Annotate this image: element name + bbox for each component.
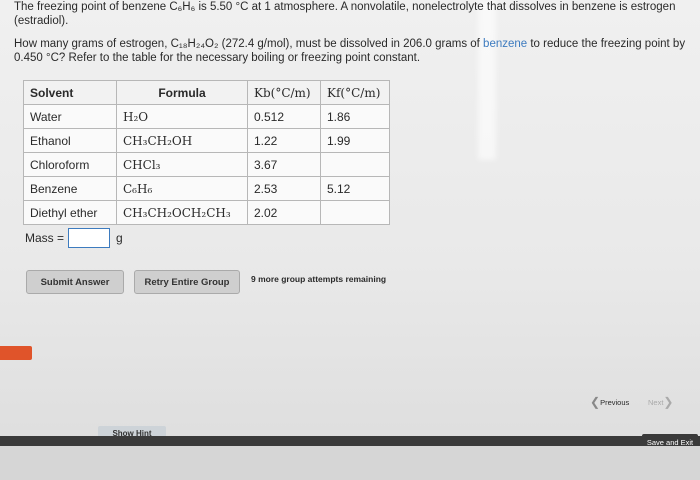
mass-answer: Mass = g	[25, 228, 123, 248]
cell-kf: 5.12	[320, 176, 390, 201]
previous-button[interactable]: ❮ Previous	[590, 395, 629, 409]
cell-solvent: Chloroform	[23, 152, 117, 177]
question-line-2: (estradiol).	[14, 15, 69, 27]
cell-formula: H₂O	[116, 104, 248, 129]
header-solvent: Solvent	[23, 80, 117, 105]
cell-solvent: Ethanol	[23, 128, 117, 153]
cell-kf: 1.86	[320, 104, 390, 129]
header-kb: Kb(°C/m)	[247, 80, 321, 105]
cell-kf	[320, 152, 390, 177]
cell-kb: 1.22	[247, 128, 321, 153]
question-line-1: The freezing point of benzene C₆H₆ is 5.…	[14, 1, 676, 13]
header-kf: Kf(°C/m)	[320, 80, 390, 105]
question-line-3: How many grams of estrogen, C₁₈H₂₄O₂ (27…	[14, 38, 686, 50]
cell-kb: 2.53	[247, 176, 321, 201]
question-line-4: 0.450 °C? Refer to the table for the nec…	[14, 52, 421, 64]
cell-kb: 2.02	[247, 200, 321, 225]
cell-formula: CHCl₃	[116, 152, 248, 177]
table-row: Ethanol CH₃CH₂OH 1.22 1.99	[23, 128, 390, 153]
next-button[interactable]: Next ❯	[648, 395, 673, 409]
cell-kf: 1.99	[320, 128, 390, 153]
cell-kf	[320, 200, 390, 225]
mass-input[interactable]	[68, 228, 111, 248]
mass-unit: g	[116, 231, 123, 245]
table-header-row: Solvent Formula Kb(°C/m) Kf(°C/m)	[23, 80, 390, 105]
header-formula: Formula	[116, 80, 248, 105]
table-row: Chloroform CHCl₃ 3.67	[23, 152, 390, 177]
cell-solvent: Water	[23, 104, 117, 129]
constants-table: Solvent Formula Kb(°C/m) Kf(°C/m) Water H…	[23, 80, 390, 225]
cell-formula: C₆H₆	[116, 176, 248, 201]
footer	[0, 446, 700, 480]
page: The freezing point of benzene C₆H₆ is 5.…	[0, 0, 700, 480]
cell-solvent: Diethyl ether	[23, 200, 117, 225]
red-tab[interactable]	[0, 346, 32, 360]
mass-label: Mass =	[25, 231, 65, 245]
cell-solvent: Benzene	[23, 176, 117, 201]
table-row: Diethyl ether CH₃CH₂OCH₂CH₃ 2.02	[23, 200, 390, 225]
submit-answer-button[interactable]: Submit Answer	[26, 270, 124, 294]
question-text-2: How many grams of estrogen, C₁₈H₂₄O₂ (27…	[14, 37, 694, 65]
retry-group-button[interactable]: Retry Entire Group	[134, 270, 240, 294]
table-row: Benzene C₆H₆ 2.53 5.12	[23, 176, 390, 201]
cell-formula: CH₃CH₂OH	[116, 128, 248, 153]
chevron-left-icon: ❮	[590, 395, 601, 409]
table-row: Water H₂O 0.512 1.86	[23, 104, 390, 129]
attempts-remaining: 9 more group attempts remaining	[251, 274, 387, 284]
question-text: The freezing point of benzene C₆H₆ is 5.…	[14, 0, 694, 28]
cell-kb: 3.67	[247, 152, 321, 177]
chevron-right-icon: ❯	[663, 395, 674, 409]
cell-formula: CH₃CH₂OCH₂CH₃	[116, 200, 248, 225]
bottom-bar	[0, 436, 700, 446]
benzene-highlight: benzene	[483, 38, 528, 50]
cell-kb: 0.512	[247, 104, 321, 129]
